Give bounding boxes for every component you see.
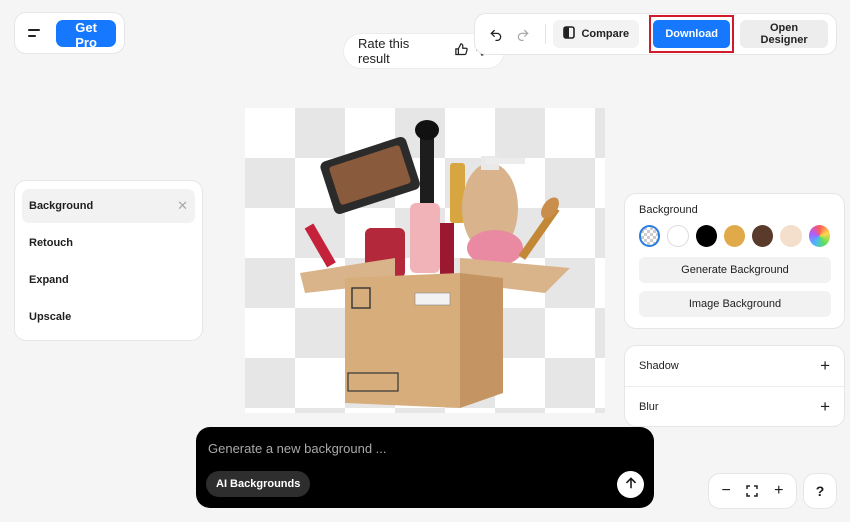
top-left-bar: Get Pro [14,12,125,54]
cosmetics-group [304,120,560,278]
menu-item-retouch[interactable]: Retouch [22,226,195,260]
arrow-up-icon [624,476,638,493]
swatch-rainbow[interactable] [808,225,830,247]
color-swatches [639,225,830,247]
prompt-box: Generate a new background ... AI Backgro… [196,427,654,508]
menu-item-upscale[interactable]: Upscale [22,300,195,334]
shadow-row[interactable]: Shadow + [625,346,844,386]
cardboard-box [300,258,570,408]
edit-menu-panel: Background ✕ Retouch Expand Upscale [14,180,203,341]
plus-icon[interactable]: + [820,356,830,376]
top-toolbar: Compare Download Open Designer [474,13,837,55]
menu-item-label: Expand [29,274,69,286]
background-panel: Background Generate Background Image Bac… [624,193,845,329]
help-button[interactable]: ? [803,473,837,509]
menu-item-label: Background [29,200,94,212]
swatch-brown[interactable] [752,225,774,247]
prompt-input[interactable]: Generate a new background ... [208,441,642,456]
send-button[interactable] [617,471,644,498]
effects-panel: Shadow + Blur + [624,345,845,427]
close-icon[interactable]: ✕ [177,198,188,214]
background-panel-title: Background [639,204,698,216]
shadow-label: Shadow [639,360,679,372]
blur-label: Blur [639,400,659,413]
image-background-button[interactable]: Image Background [639,291,831,317]
swatch-beige[interactable] [780,225,802,247]
menu-item-background[interactable]: Background ✕ [22,189,195,223]
download-highlight: Download [649,15,735,53]
menu-item-expand[interactable]: Expand [22,263,195,297]
swatch-black[interactable] [695,225,717,247]
product-image [300,120,570,408]
toolbar-divider [544,24,546,44]
zoom-controls: − + [708,473,797,509]
zoom-in-icon[interactable]: + [768,480,790,502]
menu-icon[interactable] [23,20,46,46]
compare-button[interactable]: Compare [553,20,640,48]
fit-screen-icon[interactable] [741,480,763,502]
menu-item-label: Upscale [29,311,72,323]
open-designer-button[interactable]: Open Designer [740,20,828,48]
plus-icon[interactable]: + [820,397,830,417]
compare-icon [563,26,576,42]
thumbs-up-icon[interactable] [454,42,469,60]
rate-label: Rate this result [358,36,410,66]
menu-item-label: Retouch [29,237,73,249]
blur-row[interactable]: Blur + [625,386,844,426]
ai-backgrounds-button[interactable]: AI Backgrounds [206,471,311,497]
compare-label: Compare [581,28,630,40]
zoom-out-icon[interactable]: − [715,480,737,502]
generate-background-button[interactable]: Generate Background [639,257,831,283]
swatch-transparent[interactable] [639,225,661,247]
swatch-white[interactable] [667,225,689,247]
download-button[interactable]: Download [653,20,731,48]
get-pro-button[interactable]: Get Pro [56,19,116,50]
image-canvas[interactable] [245,108,605,413]
redo-icon[interactable] [510,20,537,48]
undo-icon[interactable] [483,20,510,48]
swatch-gold[interactable] [723,225,746,247]
